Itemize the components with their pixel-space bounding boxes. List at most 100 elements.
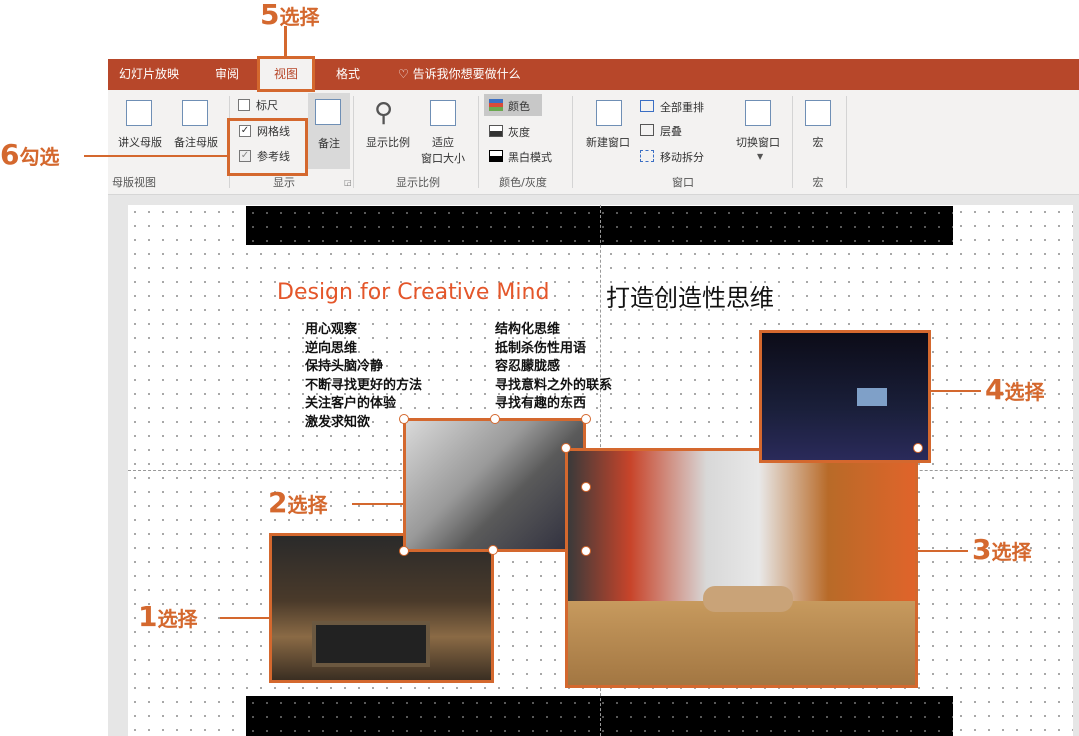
tab-slideshow[interactable]: 幻灯片放映 <box>108 59 190 90</box>
macros-button[interactable]: 宏 <box>798 134 838 150</box>
callout-number: 5 <box>260 0 280 31</box>
slide-list-right[interactable]: 结构化思维 抵制杀伤性用语 容忍朦胧感 寻找意料之外的联系 寻找有趣的东西 <box>495 321 612 414</box>
separator <box>572 96 573 188</box>
notes-button[interactable]: 备注 <box>308 93 350 169</box>
black-white-button[interactable]: 黑白模式 <box>508 149 552 165</box>
resize-handle[interactable] <box>488 545 498 555</box>
arrange-all-icon <box>640 100 654 112</box>
notes-icon <box>315 99 341 125</box>
cascade-button[interactable]: 层叠 <box>660 123 682 139</box>
resize-handle[interactable] <box>561 443 571 453</box>
photo-detail <box>312 621 430 667</box>
resize-handle[interactable] <box>913 443 923 453</box>
grayscale-icon <box>489 125 503 137</box>
photo-floor <box>568 601 915 685</box>
list-item: 抵制杀伤性用语 <box>495 340 587 356</box>
tell-me-search[interactable]: ♡ 告诉我你想要做什么 <box>398 59 521 90</box>
master-views-group-label: 母版视图 <box>112 176 156 189</box>
callout-text: 选择 <box>991 540 1032 564</box>
black-white-icon <box>489 150 503 162</box>
callout-line <box>84 155 227 157</box>
separator <box>353 96 354 188</box>
list-item: 保持头脑冷静 <box>305 359 384 375</box>
callout-line <box>931 390 981 392</box>
list-item: 逆向思维 <box>305 340 358 356</box>
callout-text: 选择 <box>279 5 320 29</box>
callout-number: 4 <box>985 373 1005 406</box>
list-item: 关注客户的体验 <box>305 396 397 412</box>
photo-detail <box>857 388 887 406</box>
list-item: 用心观察 <box>305 322 358 337</box>
macros-group-label: 宏 <box>812 176 824 189</box>
switch-windows-icon <box>745 100 771 126</box>
callout-text: 勾选 <box>19 145 60 169</box>
show-checkbox-highlight <box>227 118 308 176</box>
callout-6: 6勾选 <box>0 138 59 171</box>
callout-text: 选择 <box>1004 380 1045 404</box>
show-group-label: 显示 <box>273 176 295 189</box>
handout-master-button[interactable]: 讲义母版 <box>110 134 170 150</box>
move-split-button[interactable]: 移动拆分 <box>660 149 704 165</box>
color-group-label: 颜色/灰度 <box>499 176 547 189</box>
grayscale-button[interactable]: 灰度 <box>508 124 530 140</box>
color-button[interactable]: 颜色 <box>484 94 542 116</box>
callout-4: 4选择 <box>985 373 1044 406</box>
slide-photo-1[interactable] <box>269 533 494 683</box>
callout-text: 选择 <box>287 493 328 517</box>
dialog-launcher-icon[interactable]: ◲ <box>344 178 352 187</box>
callout-3: 3选择 <box>972 533 1031 566</box>
list-item: 寻找有趣的东西 <box>495 396 587 412</box>
tab-format[interactable]: 格式 <box>320 59 376 90</box>
callout-2: 2选择 <box>268 486 327 519</box>
ruler-label: 标尺 <box>256 99 278 112</box>
window-group-label: 窗口 <box>672 176 694 189</box>
callout-1: 1选择 <box>138 600 197 633</box>
callout-text: 选择 <box>157 607 198 631</box>
callout-line <box>220 617 269 619</box>
fit-to-window-icon <box>430 100 456 126</box>
ribbon-tab-bar: 幻灯片放映 审阅 视图 格式 ♡ 告诉我你想要做什么 <box>108 59 1079 90</box>
resize-handle[interactable] <box>581 546 591 556</box>
list-item: 结构化思维 <box>495 322 561 337</box>
move-split-icon <box>640 150 654 162</box>
switch-windows-button[interactable]: 切换窗口 <box>728 134 788 150</box>
slide-heading-chinese[interactable]: 打造创造性思维 <box>606 278 774 313</box>
view-tab-highlight <box>257 56 315 92</box>
list-item: 寻找意料之外的联系 <box>495 377 613 393</box>
resize-handle[interactable] <box>399 546 409 556</box>
resize-handle[interactable] <box>581 414 591 424</box>
callout-number: 1 <box>138 600 158 633</box>
callout-number: 6 <box>0 138 20 171</box>
magnifier-icon: ⚲ <box>374 98 394 128</box>
resize-handle[interactable] <box>490 414 500 424</box>
tell-me-label: 告诉我你想要做什么 <box>412 67 521 81</box>
macro-icon <box>805 100 831 126</box>
zoom-group-label: 显示比例 <box>396 176 440 189</box>
arrange-all-button[interactable]: 全部重排 <box>660 99 704 115</box>
color-label: 颜色 <box>508 100 530 113</box>
notes-master-button[interactable]: 备注母版 <box>166 134 226 150</box>
fit-line2[interactable]: 窗口大小 <box>413 150 473 166</box>
tab-review[interactable]: 审阅 <box>202 59 252 90</box>
separator <box>846 96 847 188</box>
fit-line1[interactable]: 适应 <box>413 134 473 150</box>
list-item: 不断寻找更好的方法 <box>305 377 423 393</box>
new-window-icon <box>596 100 622 126</box>
zoom-button[interactable]: 显示比例 <box>358 134 418 150</box>
callout-5: 5选择 <box>260 0 319 31</box>
notes-label: 备注 <box>318 137 340 150</box>
resize-handle[interactable] <box>399 414 409 424</box>
slide-photo-2[interactable] <box>403 418 586 552</box>
cascade-icon <box>640 124 654 136</box>
slide-photo-3[interactable] <box>565 448 918 688</box>
slide-photo-4[interactable] <box>759 330 931 463</box>
list-item: 容忍朦胧感 <box>495 359 561 375</box>
callout-number: 3 <box>972 533 992 566</box>
photo-detail <box>703 586 793 612</box>
resize-handle[interactable] <box>581 482 591 492</box>
new-window-button[interactable]: 新建窗口 <box>578 134 638 150</box>
callout-line <box>918 550 968 552</box>
slide-heading-english[interactable]: Design for Creative Mind <box>277 280 549 305</box>
separator <box>792 96 793 188</box>
ruler-checkbox[interactable] <box>238 99 250 111</box>
